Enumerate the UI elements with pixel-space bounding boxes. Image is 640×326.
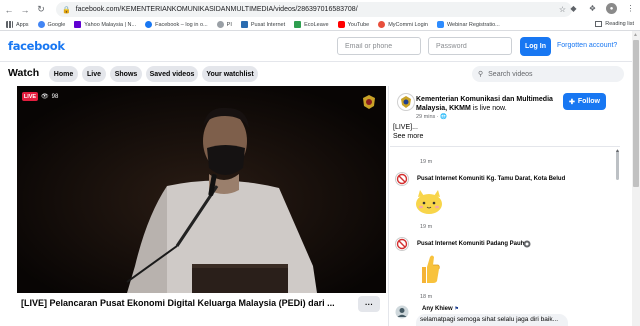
thumbs-up-sticker (422, 255, 440, 283)
pusat-internet-icon (240, 21, 248, 28)
live-badge: LIVE (22, 92, 38, 101)
more-options-button[interactable]: ··· (358, 296, 380, 312)
page-scrollbar[interactable]: ▲ (632, 31, 640, 326)
video-title: [LIVE] Pelancaran Pusat Ekonomi Digital … (21, 298, 335, 308)
email-field[interactable] (337, 37, 421, 55)
bookmark-yahoo[interactable]: Yahoo Malaysia | N... (74, 21, 136, 28)
reading-list-icon (595, 21, 603, 27)
commenter-avatar[interactable] (395, 172, 409, 186)
google-icon (37, 21, 45, 28)
bookmark-webinar[interactable]: Webinar Registratio... (436, 21, 500, 28)
zoom-icon (436, 21, 444, 28)
login-button[interactable]: Log In (520, 37, 551, 56)
cat-sticker (416, 190, 442, 214)
follow-button[interactable]: ✚ Follow (563, 93, 606, 110)
facebook-icon (145, 21, 153, 28)
commenter-name[interactable]: Pusat Internet Komuniti Kg. Tamu Darat, … (417, 176, 565, 182)
post-meta: 29 mins · 🌐 (416, 114, 447, 120)
bookmark-facebook[interactable]: Facebook – log in o... (145, 21, 208, 28)
bookmark-star-icon[interactable]: ☆ (559, 5, 566, 14)
commenter-avatar[interactable] (395, 237, 409, 251)
post-description: [LIVE]... (393, 124, 418, 131)
browser-toolbar: ← → ↻ 🔒 facebook.com/KEMENTERIANKOMUNIKA… (0, 0, 640, 19)
comment-time[interactable]: 19 m (420, 159, 432, 165)
back-icon[interactable]: ← (2, 3, 16, 17)
more-dots-icon: ··· (365, 299, 373, 309)
commenter-name-text[interactable]: Any Khiew (422, 306, 453, 312)
extension-icon[interactable]: ◆ (568, 3, 579, 14)
viewer-count-value: 98 (51, 93, 59, 100)
facebook-logo[interactable]: facebook (8, 39, 65, 53)
address-bar[interactable]: 🔒 facebook.com/KEMENTERIANKOMUNIKASIDANM… (56, 2, 572, 17)
bookmark-google[interactable]: Google (37, 21, 65, 28)
reload-icon[interactable]: ↻ (34, 3, 48, 17)
bookmark-mycommi[interactable]: MyCommi Login (378, 21, 428, 28)
globe-icon (216, 21, 224, 28)
viewer-count: 👁 98 (41, 92, 58, 101)
scroll-up-arrow-icon[interactable]: ▲ (615, 148, 620, 154)
bookmark-pusat-internet[interactable]: Pusat Internet (240, 21, 285, 28)
commenter-avatar[interactable] (395, 305, 409, 319)
puzzle-icon[interactable]: ❖ (587, 3, 598, 14)
url-text[interactable]: facebook.com/KEMENTERIANKOMUNIKASIDANMUL… (76, 6, 358, 13)
bookmark-apps[interactable]: Apps (6, 21, 29, 28)
live-status-text: is live now. (470, 105, 507, 112)
yahoo-icon (74, 21, 82, 28)
apps-grid-icon (6, 21, 13, 28)
comment-time[interactable]: 19 m (420, 224, 432, 230)
eye-icon: 👁 (41, 94, 49, 100)
page-scroll-thumb[interactable] (633, 40, 639, 187)
watch-title: Watch (8, 67, 40, 79)
tab-home[interactable]: Home (49, 66, 78, 82)
facebook-header: facebook Log In Forgotten account? (0, 31, 632, 62)
search-icon: ⚲ (478, 71, 484, 78)
bookmark-pi[interactable]: PI (216, 21, 232, 28)
tab-live[interactable]: Live (82, 66, 106, 82)
bookmark-youtube[interactable]: YouTube (337, 21, 369, 28)
profile-icon[interactable]: ● (606, 3, 617, 14)
comment-time[interactable]: 18 m (420, 294, 432, 300)
search-videos-input[interactable]: ⚲ Search videos (472, 66, 624, 82)
ecoleave-icon (294, 21, 302, 28)
top-fan-badge-icon (523, 240, 531, 248)
password-field[interactable] (428, 37, 512, 55)
page-scroll-up-icon[interactable]: ▲ (633, 32, 638, 38)
lock-icon[interactable]: 🔒 (62, 6, 71, 14)
commenter-name[interactable]: Any Khiew ⚑ (422, 306, 459, 312)
forward-icon[interactable]: → (18, 3, 32, 17)
video-player[interactable]: LIVE 👁 98 (17, 86, 386, 293)
page-avatar[interactable] (397, 93, 415, 111)
comments-scrollbar[interactable] (615, 146, 620, 326)
bookmark-ecoleave[interactable]: EcoLeave (294, 21, 329, 28)
mycommi-icon (378, 21, 386, 28)
tab-saved-videos[interactable]: Saved videos (146, 66, 198, 82)
menu-dots-icon[interactable]: ⋮ (625, 3, 636, 14)
follow-icon: ✚ (568, 98, 575, 106)
bookmarks-bar: Apps Google Yahoo Malaysia | N... Facebo… (0, 19, 640, 31)
youtube-icon (337, 21, 345, 28)
comment-text: selamatpagi semoga sihat selalu jaga dir… (420, 316, 559, 323)
commenter-name[interactable]: Pusat Internet Komuniti Padang Pauh (417, 241, 524, 247)
video-frame (17, 86, 386, 293)
comments-list: 19 m Pusat Internet Komuniti Kg. Tamu Da… (390, 146, 620, 326)
browser-actions: ◆ ❖ ● ⋮ (568, 3, 636, 14)
follow-label: Follow (577, 98, 601, 105)
see-more-link[interactable]: See more (393, 133, 423, 140)
flag-icon: ⚑ (454, 306, 459, 312)
reading-list-button[interactable]: Reading list (595, 21, 634, 27)
kkmm-crest-logo (363, 95, 375, 109)
forgot-account-link[interactable]: Forgotten account? (557, 42, 617, 49)
page-name[interactable]: Kementerian Komunikasi dan Multimedia Ma… (416, 95, 556, 113)
comments-scroll-thumb[interactable] (616, 150, 619, 180)
watch-bar: Watch Home Live Shows Saved videos Your … (0, 62, 632, 86)
search-placeholder: Search videos (488, 70, 533, 78)
tab-your-watchlist[interactable]: Your watchlist (202, 66, 258, 82)
tab-shows[interactable]: Shows (110, 66, 142, 82)
